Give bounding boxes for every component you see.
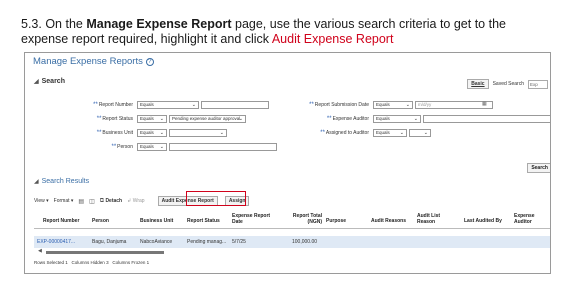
required-star-icon: ** <box>309 102 314 108</box>
required-star-icon: ** <box>326 116 332 122</box>
cell-expense-report-date: 5/7/25 <box>232 239 246 245</box>
expense-auditor-operator[interactable]: Equals ⌄ <box>373 115 421 123</box>
required-star-icon: ** <box>96 116 102 122</box>
page-title-text: Manage Expense Reports <box>33 56 143 67</box>
business-unit-select[interactable]: ⌄ <box>169 129 227 137</box>
saved-search-label: Saved Search <box>492 81 524 87</box>
search-results-heading: Search Results <box>41 178 90 185</box>
collapse-triangle-icon: ◢ <box>34 79 39 85</box>
detach-icon: ⧉ <box>99 197 105 204</box>
search-mode-bar: Basic Saved Search Exp <box>467 79 548 89</box>
chevron-down-icon: ⌄ <box>413 116 418 122</box>
col-report-total[interactable]: Report Total (NGN) <box>284 213 322 225</box>
chevron-down-icon: ⌄ <box>423 130 428 136</box>
search-button[interactable]: Search <box>527 163 550 173</box>
search-heading: Search <box>41 78 65 85</box>
assigned-to-auditor-label: **Assigned to Auditor <box>320 130 369 136</box>
col-business-unit[interactable]: Business Unit <box>140 218 173 224</box>
cell-report-status: Pending manag... <box>187 239 227 245</box>
search-results-header[interactable]: ◢ Search Results <box>34 178 89 185</box>
expense-auditor-input[interactable] <box>423 115 550 123</box>
chevron-down-icon: ⌄ <box>159 144 164 150</box>
required-star-icon: ** <box>96 130 102 136</box>
cell-report-number[interactable]: EXP-00000417... <box>37 239 75 245</box>
scroll-left-icon[interactable]: ◀ <box>38 248 42 254</box>
chevron-down-icon: ⌄ <box>399 130 404 136</box>
basic-button[interactable]: Basic <box>467 79 489 89</box>
search-section-header[interactable]: ◢ Search <box>34 78 65 85</box>
col-report-number[interactable]: Report Number <box>43 218 79 224</box>
business-unit-label: **Business Unit <box>96 130 133 136</box>
chevron-down-icon: ⌄ <box>159 130 164 136</box>
help-icon[interactable]: ? <box>145 58 154 66</box>
cell-report-total: 100,000.00 <box>292 239 318 245</box>
detach-button[interactable]: ⧉ Detach <box>100 198 122 205</box>
submission-date-operator[interactable]: Equals ⌄ <box>373 101 413 109</box>
expense-auditor-label: **Expense Auditor <box>326 116 369 122</box>
report-status-select[interactable]: Pending expense auditor approval ⌄ <box>169 115 246 123</box>
col-report-status[interactable]: Report Status <box>187 218 220 224</box>
calendar-icon[interactable]: ▦ <box>482 101 487 107</box>
chevron-down-icon: ⌄ <box>159 116 164 122</box>
results-table-header: Report Number Person Business Unit Repor… <box>34 212 550 229</box>
page-title: Manage Expense Reports? <box>33 56 154 67</box>
assigned-to-auditor-operator[interactable]: Equals ⌄ <box>373 129 407 137</box>
scrollbar-thumb[interactable] <box>46 251 164 254</box>
columns-hidden: Columns Hidden 3 <box>71 260 109 265</box>
chevron-down-icon: ⌄ <box>191 102 196 108</box>
instruction-action: Audit Expense Report <box>271 32 394 46</box>
person-label: **Person <box>111 144 133 150</box>
format-menu[interactable]: Format ▾ <box>54 198 74 204</box>
col-person[interactable]: Person <box>92 218 109 224</box>
rows-selected: Rows Selected 1 <box>34 260 68 265</box>
table-row[interactable]: EXP-00000417... Bagu, Danjuma NabcoAvian… <box>34 236 550 248</box>
instruction-text: 5.3. On the Manage Expense Report page, … <box>21 17 551 47</box>
cell-business-unit: NabcoAviance <box>140 239 173 245</box>
report-status-operator[interactable]: Equals ⌄ <box>137 115 167 123</box>
col-audit-reasons[interactable]: Audit Reasons <box>371 218 406 224</box>
chevron-down-icon: ⌄ <box>238 116 243 122</box>
columns-frozen: Columns Frozen 1 <box>112 260 150 265</box>
chevron-down-icon: ⌄ <box>405 102 410 108</box>
results-footer: Rows Selected 1 Columns Hidden 3 Columns… <box>34 260 149 265</box>
business-unit-operator[interactable]: Equals ⌄ <box>137 129 167 137</box>
instruction-prefix: 5.3. On the <box>21 17 87 31</box>
person-input[interactable] <box>169 143 277 151</box>
required-star-icon: ** <box>320 130 325 136</box>
submission-date-label: **Report Submission Date <box>309 102 369 108</box>
col-expense-auditor[interactable]: Expense Auditor <box>514 213 544 225</box>
wrap-button[interactable]: ↲ Wrap <box>127 198 144 204</box>
report-status-label: **Report Status <box>96 116 133 122</box>
col-purpose[interactable]: Purpose <box>326 218 346 224</box>
instruction-page-name: Manage Expense Report <box>86 17 232 31</box>
chevron-down-icon: ⌄ <box>219 130 224 136</box>
report-number-input[interactable] <box>201 101 269 109</box>
freeze-icon[interactable]: ▤ <box>78 198 84 205</box>
cell-person: Bagu, Danjuma <box>92 239 127 245</box>
collapse-triangle-icon: ◢ <box>34 179 39 185</box>
person-operator[interactable]: Equals ⌄ <box>137 143 167 151</box>
report-number-label: **Report Number <box>93 102 133 108</box>
highlight-box <box>186 191 246 206</box>
required-star-icon: ** <box>93 102 98 108</box>
columns-icon[interactable]: ◫ <box>89 198 95 205</box>
required-star-icon: ** <box>111 144 117 150</box>
view-menu[interactable]: View ▾ <box>34 198 49 204</box>
col-expense-report-date[interactable]: Expense Report Date <box>232 213 278 225</box>
report-number-operator[interactable]: Equals ⌄ <box>137 101 199 109</box>
col-last-audited-by[interactable]: Last Audited By <box>464 218 502 224</box>
assigned-to-auditor-select[interactable]: ⌄ <box>409 129 431 137</box>
saved-search-select[interactable]: Exp <box>528 79 548 89</box>
screenshot-panel: Manage Expense Reports? ◢ Search Basic Sa… <box>24 52 551 274</box>
col-audit-list-reason[interactable]: Audit List Reason <box>417 213 447 225</box>
horizontal-scrollbar[interactable]: ◀ <box>38 248 538 254</box>
